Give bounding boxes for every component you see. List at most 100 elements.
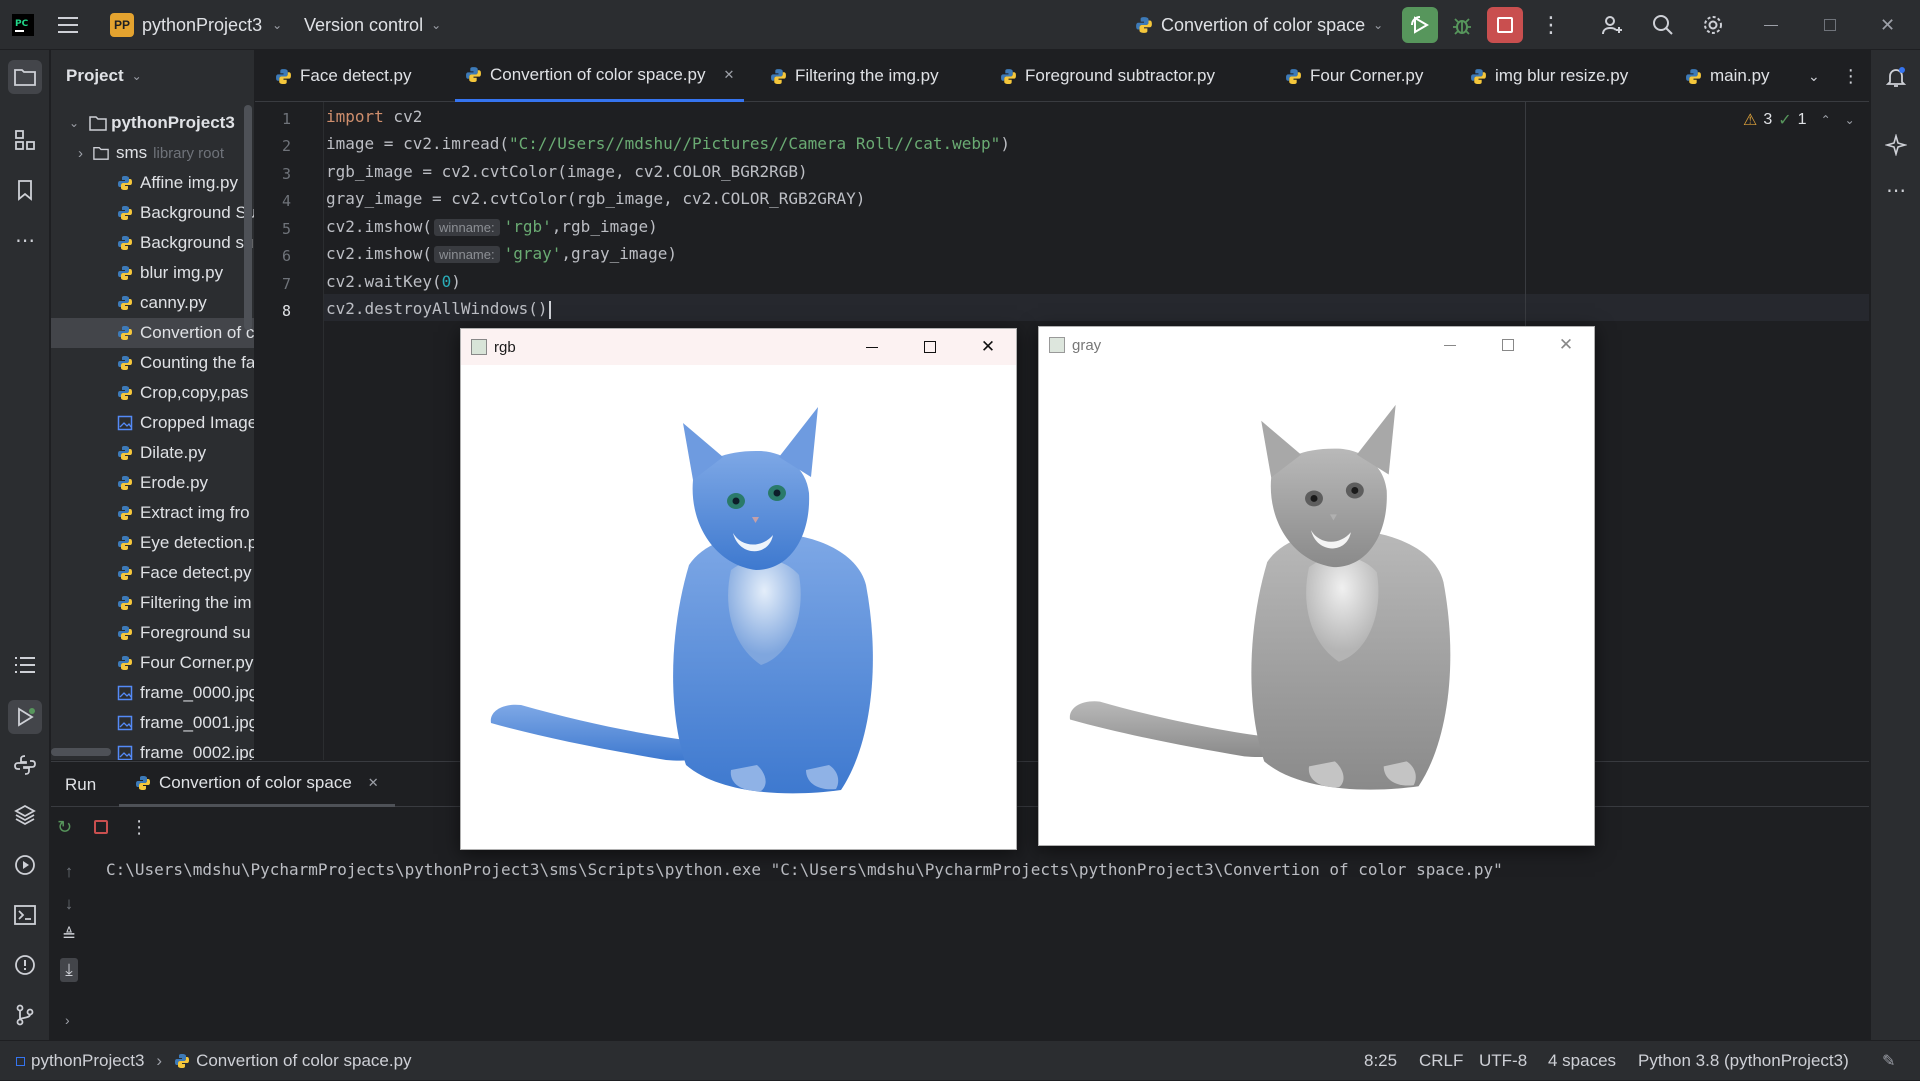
tree-file[interactable]: Counting the fa bbox=[51, 348, 254, 378]
version-control-menu[interactable]: Version control ⌄ bbox=[304, 0, 441, 50]
python-interpreter[interactable]: Python 3.8 (pythonProject3) bbox=[1638, 1041, 1849, 1081]
kebab-icon[interactable]: ⋮ bbox=[1842, 66, 1860, 87]
tree-item-label: Face detect.py bbox=[140, 563, 252, 582]
soft-wrap-icon[interactable]: ≜ bbox=[62, 926, 76, 946]
tree-file[interactable]: blur img.py bbox=[51, 258, 254, 288]
editor-tab[interactable]: Filtering the img.py bbox=[760, 50, 949, 102]
indent-setting[interactable]: 4 spaces bbox=[1548, 1041, 1616, 1081]
run-tool-button[interactable] bbox=[8, 700, 42, 734]
kebab-icon[interactable]: ⋮ bbox=[130, 817, 148, 838]
breadcrumb-project[interactable]: pythonProject3 bbox=[31, 1051, 144, 1071]
readonly-toggle[interactable]: ✎ bbox=[1882, 1041, 1895, 1081]
rgb-maximize-button[interactable] bbox=[901, 329, 959, 365]
rgb-window-titlebar[interactable]: rgb ✕ bbox=[461, 329, 1016, 365]
python-console-button[interactable] bbox=[10, 750, 40, 780]
tree-file[interactable]: Face detect.py bbox=[51, 558, 254, 588]
scroll-to-end-icon[interactable]: ⤓ bbox=[60, 958, 78, 982]
stop-icon[interactable] bbox=[94, 820, 109, 834]
expand-console-button[interactable]: › bbox=[65, 1010, 70, 1030]
todo-tool-button[interactable] bbox=[10, 650, 40, 680]
arrow-up-icon[interactable]: ⌃ bbox=[1821, 113, 1831, 127]
problems-tool-button[interactable] bbox=[10, 950, 40, 980]
project-scrollbar[interactable] bbox=[244, 105, 252, 330]
stop-button[interactable] bbox=[1487, 7, 1523, 43]
tree-folder[interactable]: › sms library root bbox=[51, 138, 254, 168]
breadcrumb-file[interactable]: Convertion of color space.py bbox=[196, 1051, 411, 1071]
project-switcher[interactable]: PP pythonProject3 ⌄ bbox=[110, 0, 282, 50]
caret-position[interactable]: 8:25 bbox=[1364, 1041, 1397, 1081]
editor-tab[interactable]: img blur resize.py bbox=[1460, 50, 1638, 102]
horizontal-scrollbar[interactable] bbox=[51, 748, 111, 756]
rgb-image-window[interactable]: rgb ✕ bbox=[460, 328, 1017, 850]
editor-tab[interactable]: main.py bbox=[1675, 50, 1780, 102]
editor-tab[interactable]: Face detect.py bbox=[265, 50, 422, 102]
pycharm-logo[interactable]: PC bbox=[12, 0, 34, 50]
tree-file[interactable]: Foreground su bbox=[51, 618, 254, 648]
close-icon[interactable]: ✕ bbox=[368, 775, 379, 791]
minimize-window-button[interactable] bbox=[1764, 0, 1778, 50]
tab-label: Filtering the img.py bbox=[795, 66, 939, 85]
file-encoding[interactable]: UTF-8 bbox=[1479, 1041, 1527, 1081]
tree-file[interactable]: Background Su bbox=[51, 198, 254, 228]
gray-close-button[interactable]: ✕ bbox=[1537, 327, 1595, 363]
tree-file[interactable]: Convertion of c bbox=[51, 318, 254, 348]
tree-file[interactable]: Dilate.py bbox=[51, 438, 254, 468]
rgb-close-button[interactable]: ✕ bbox=[959, 329, 1017, 365]
editor-tab[interactable]: Four Corner.py bbox=[1275, 50, 1433, 102]
gray-window-titlebar[interactable]: gray ✕ bbox=[1039, 327, 1594, 363]
tree-file[interactable]: Eye detection.p bbox=[51, 528, 254, 558]
project-name: pythonProject3 bbox=[142, 14, 263, 35]
inspection-widget[interactable]: ⚠ 3 ✓ 1 ⌃ ⌄ bbox=[1743, 110, 1855, 130]
arrow-down-icon[interactable]: ⌄ bbox=[1845, 113, 1855, 127]
notifications-button[interactable] bbox=[1881, 62, 1911, 92]
chevron-down-icon[interactable]: ⌄ bbox=[1808, 68, 1820, 85]
more-tools-button[interactable]: ⋯ bbox=[10, 225, 40, 255]
gray-image-window[interactable]: gray ✕ bbox=[1038, 326, 1595, 846]
structure-tool-button[interactable] bbox=[10, 125, 40, 155]
arrow-up-icon[interactable]: ↑ bbox=[65, 862, 74, 882]
maximize-icon bbox=[1502, 339, 1514, 351]
more-actions-button[interactable]: ⋮ bbox=[1540, 0, 1562, 50]
tree-file[interactable]: Extract img fro bbox=[51, 498, 254, 528]
debug-button[interactable] bbox=[1444, 7, 1480, 43]
tree-file[interactable]: Filtering the im bbox=[51, 588, 254, 618]
terminal-tool-button[interactable] bbox=[10, 900, 40, 930]
code-with-me-button[interactable] bbox=[1600, 0, 1624, 50]
editor-tab[interactable]: Foreground subtractor.py bbox=[990, 50, 1225, 102]
tree-file[interactable]: Background su bbox=[51, 228, 254, 258]
close-window-button[interactable]: ✕ bbox=[1880, 0, 1895, 50]
python-packages-button[interactable] bbox=[10, 800, 40, 830]
tree-file[interactable]: frame_0000.jpg bbox=[51, 678, 254, 708]
rgb-minimize-button[interactable] bbox=[843, 329, 901, 365]
arrow-down-icon[interactable]: ↓ bbox=[65, 894, 74, 914]
tree-file[interactable]: Cropped Image bbox=[51, 408, 254, 438]
project-panel-header[interactable]: Project ⌄ bbox=[66, 50, 142, 102]
restore-window-button[interactable] bbox=[1824, 0, 1836, 50]
project-tool-button[interactable] bbox=[8, 60, 42, 94]
console-output[interactable]: C:\Users\mdshu\PycharmProjects\pythonPro… bbox=[106, 860, 1503, 879]
services-tool-button[interactable] bbox=[10, 850, 40, 880]
tree-file[interactable]: Erode.py bbox=[51, 468, 254, 498]
tree-file[interactable]: Crop,copy,pas bbox=[51, 378, 254, 408]
close-icon[interactable]: ✕ bbox=[723, 67, 734, 83]
tree-file[interactable]: Four Corner.py bbox=[51, 648, 254, 678]
bookmarks-tool-button[interactable] bbox=[10, 175, 40, 205]
tree-file[interactable]: Affine img.py bbox=[51, 168, 254, 198]
gray-maximize-button[interactable] bbox=[1479, 327, 1537, 363]
git-tool-button[interactable] bbox=[10, 1000, 40, 1030]
more-right-tools-button[interactable]: ⋯ bbox=[1881, 175, 1911, 205]
rerun-icon[interactable]: ↻ bbox=[57, 817, 72, 838]
line-separator[interactable]: CRLF bbox=[1419, 1041, 1463, 1081]
gray-minimize-button[interactable] bbox=[1421, 327, 1479, 363]
run-config-selector[interactable]: Convertion of color space ⌄ bbox=[1135, 0, 1383, 50]
tree-file[interactable]: frame_0001.jpg bbox=[51, 708, 254, 738]
rerun-button[interactable] bbox=[1402, 7, 1438, 43]
run-config-tab[interactable]: Convertion of color space ✕ bbox=[119, 762, 395, 807]
ai-assistant-button[interactable] bbox=[1881, 130, 1911, 160]
editor-tab-active[interactable]: Convertion of color space.py ✕ bbox=[455, 50, 745, 102]
main-menu-button[interactable] bbox=[58, 0, 80, 50]
tree-file[interactable]: canny.py bbox=[51, 288, 254, 318]
tree-root[interactable]: ⌄ pythonProject3 bbox=[51, 108, 254, 138]
settings-button[interactable] bbox=[1702, 0, 1724, 50]
search-button[interactable] bbox=[1652, 0, 1674, 50]
